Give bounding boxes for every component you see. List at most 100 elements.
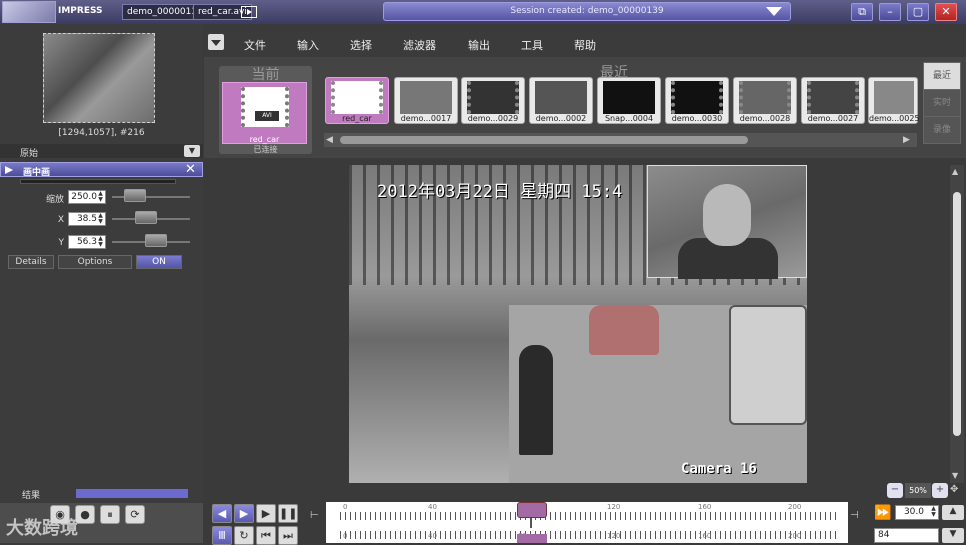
thumb-image — [807, 81, 859, 114]
video-pedestrian — [519, 345, 553, 455]
chevron-left-icon[interactable]: ◀ — [326, 135, 333, 145]
menu-help[interactable]: 帮助 — [574, 37, 596, 53]
pause-icon[interactable]: ⏸ — [100, 505, 120, 524]
frame-input[interactable]: 84 — [874, 528, 939, 543]
play-button[interactable]: ▶ — [256, 504, 276, 523]
menu-tools[interactable]: 工具 — [521, 37, 543, 53]
thumb-image — [467, 81, 519, 114]
tick-label: 160 — [698, 532, 712, 540]
thumb-item[interactable]: demo...0025 — [868, 77, 920, 124]
details-tab[interactable]: Details — [8, 255, 54, 269]
thumb-image — [400, 81, 452, 114]
fit-icon[interactable]: ✥ — [950, 484, 958, 495]
current-media-item[interactable]: AVI red_car — [222, 82, 307, 144]
side-tab-recent[interactable]: 最近 — [923, 62, 961, 90]
thumb-image — [671, 81, 723, 114]
scale-stepper[interactable]: ▲ ▼ — [96, 191, 105, 203]
result-bar — [76, 489, 188, 498]
close-button[interactable]: ✕ — [935, 3, 957, 21]
timeline-ticks — [340, 512, 840, 520]
app-logo — [2, 1, 56, 23]
zoom-in-icon[interactable]: + — [932, 483, 948, 498]
chevron-up-icon[interactable]: ▲ — [942, 505, 964, 520]
tick-label: 40 — [428, 503, 437, 511]
scale-slider-thumb[interactable] — [124, 189, 146, 202]
menu-filter[interactable]: 滤波器 — [403, 37, 436, 53]
thumb-item[interactable]: demo...0017 — [394, 77, 458, 124]
scale-label: 缩放 — [45, 195, 64, 205]
circle-icon[interactable]: ● — [75, 505, 95, 524]
menu-select[interactable]: 选择 — [350, 37, 372, 53]
zoom-out-icon[interactable]: − — [887, 483, 903, 498]
side-tab-live[interactable]: 实时 — [923, 89, 961, 117]
session-dropdown[interactable]: Session created: demo_00000139 — [383, 2, 791, 21]
on-toggle[interactable]: ON — [136, 255, 182, 269]
osd-camera-label: Camera 16 — [681, 461, 757, 477]
thumb-label: demo...0029 — [467, 114, 519, 123]
thumb-item[interactable]: red_car — [325, 77, 389, 124]
range-end-icon[interactable]: ⊣ — [850, 510, 859, 521]
pip-window[interactable] — [647, 165, 807, 279]
step-forward-icon[interactable]: ▶ — [234, 504, 254, 523]
thumb-item[interactable]: demo...0027 — [801, 77, 865, 124]
chevron-down-icon[interactable]: ▼ — [952, 471, 958, 480]
original-thumbnail[interactable] — [43, 33, 155, 123]
range-start-icon[interactable]: ⊢ — [310, 510, 319, 521]
skip-start-icon[interactable]: ⏮ — [256, 526, 276, 545]
chevron-down-icon[interactable]: ▼ — [184, 145, 200, 157]
menu-file[interactable]: 文件 — [244, 37, 266, 53]
coordinate-readout: [1294,1057], #216 — [58, 128, 145, 138]
x-stepper[interactable]: ▲ ▼ — [96, 213, 105, 225]
side-tab-recording[interactable]: 录像 — [923, 116, 961, 144]
refresh-icon[interactable]: ⟳ — [125, 505, 145, 524]
current-title: 当前 — [251, 67, 280, 83]
original-row: 原始 ▼ — [0, 144, 203, 159]
step-back-icon[interactable]: ◀ — [212, 504, 232, 523]
close-icon[interactable]: ✕ — [183, 163, 198, 176]
strip-scroll-thumb[interactable] — [340, 136, 748, 144]
menu-output[interactable]: 输出 — [468, 37, 490, 53]
pip-header[interactable]: 画中画 ✕ — [0, 162, 203, 178]
chevron-up-icon[interactable]: ▲ — [952, 167, 958, 176]
chevron-down-icon[interactable]: ▼ — [942, 528, 964, 543]
timeline-playhead[interactable] — [517, 502, 547, 518]
bars-icon[interactable]: Ⅲ — [212, 526, 232, 545]
maximize-button[interactable]: ▢ — [907, 3, 929, 21]
thumb-item[interactable]: Snap...0004 — [597, 77, 661, 124]
play-icon[interactable] — [5, 166, 13, 174]
thumb-item[interactable]: demo...0029 — [461, 77, 525, 124]
vertical-scroll-thumb[interactable] — [953, 192, 961, 436]
options-tab[interactable]: Options — [58, 255, 132, 269]
thumb-label: Snap...0004 — [604, 114, 654, 123]
video-frame[interactable]: 2012年03月22日 星期四 15:4 Camera 16 — [349, 165, 807, 483]
tick-label: 200 — [788, 503, 802, 511]
y-slider-thumb[interactable] — [145, 234, 167, 247]
thumb-item[interactable]: demo...0030 — [665, 77, 729, 124]
pip-title: 画中画 — [23, 168, 51, 178]
thumb-item[interactable]: demo...0002 — [529, 77, 593, 124]
thumb-item[interactable]: demo...0028 — [733, 77, 797, 124]
play-icon[interactable] — [241, 6, 257, 18]
fps-stepper[interactable]: ▲ ▼ — [929, 506, 938, 518]
thumb-label: demo...0025 — [869, 114, 920, 123]
fast-forward-icon[interactable]: ⏩ — [874, 505, 891, 521]
video-red-car — [589, 305, 659, 355]
playhead-line — [530, 518, 532, 528]
chevron-right-icon[interactable]: ▶ — [903, 135, 910, 145]
tick-label: 40 — [428, 532, 437, 540]
minimize-button[interactable]: – — [879, 3, 901, 21]
thumb-image — [603, 81, 655, 114]
pip-face — [703, 184, 751, 246]
loop-icon[interactable]: ↻ — [234, 526, 254, 545]
x-slider-thumb[interactable] — [135, 211, 157, 224]
menu-input[interactable]: 输入 — [297, 37, 319, 53]
thumb-image — [874, 81, 914, 114]
y-stepper[interactable]: ▲ ▼ — [96, 236, 105, 248]
avi-file-icon: AVI — [241, 87, 289, 127]
thumb-label: demo...0030 — [671, 114, 723, 123]
range-playhead[interactable] — [517, 534, 547, 543]
skip-end-icon[interactable]: ⏭ — [278, 526, 298, 545]
monitor-icon[interactable]: ⧉ — [851, 3, 873, 21]
thumb-image — [535, 81, 587, 114]
pause-button[interactable]: ❚❚ — [278, 504, 298, 523]
